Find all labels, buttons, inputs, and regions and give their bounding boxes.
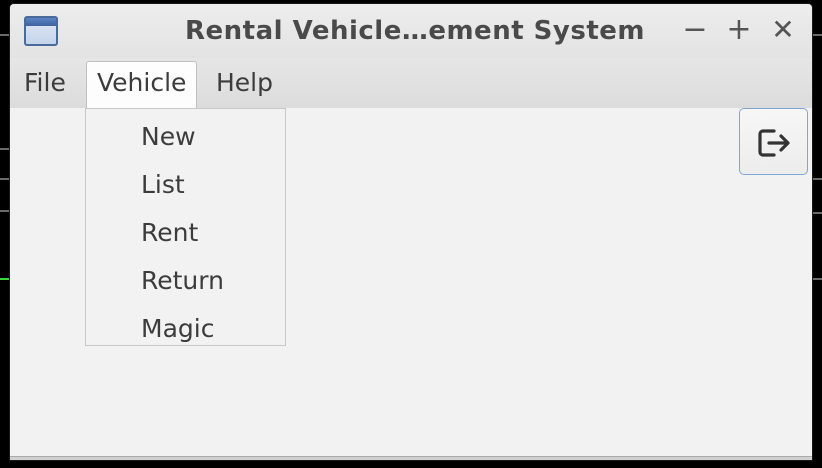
window-title: Rental Vehicle…ement System — [185, 16, 645, 46]
menu-item-list[interactable]: List — [86, 161, 285, 209]
menu-help[interactable]: Help — [208, 61, 281, 105]
terminal-mark — [812, 178, 822, 180]
close-button[interactable]: ✕ — [766, 12, 800, 48]
terminal-mark — [812, 34, 822, 36]
terminal-mark — [0, 148, 10, 150]
menu-item-rent[interactable]: Rent — [86, 209, 285, 257]
logout-button[interactable] — [739, 108, 808, 175]
menu-vehicle[interactable]: Vehicle — [86, 61, 198, 108]
terminal-mark — [0, 210, 10, 212]
menu-file[interactable]: File — [16, 61, 74, 105]
terminal-mark — [0, 34, 10, 36]
bottom-edge — [10, 456, 812, 460]
vehicle-dropdown-menu: New List Rent Return Magic — [85, 108, 286, 346]
maximize-button[interactable]: + — [722, 12, 756, 48]
minimize-button[interactable]: − — [678, 12, 712, 48]
menu-item-magic[interactable]: Magic — [86, 305, 285, 353]
terminal-mark — [0, 178, 10, 180]
menu-item-new[interactable]: New — [86, 113, 285, 161]
terminal-mark — [812, 212, 822, 214]
logout-icon — [758, 129, 790, 157]
menu-item-return[interactable]: Return — [86, 257, 285, 305]
app-window: Rental Vehicle…ement System − + ✕ File H… — [10, 4, 812, 460]
app-window-icon — [24, 16, 58, 46]
terminal-mark — [0, 278, 10, 280]
terminal-mark — [812, 278, 822, 280]
title-bar[interactable]: Rental Vehicle…ement System − + ✕ — [10, 4, 812, 58]
